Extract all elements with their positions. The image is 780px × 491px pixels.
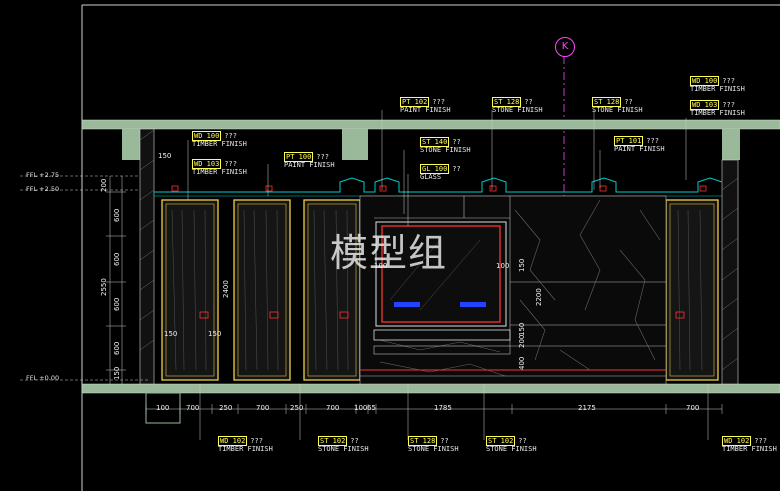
material-tag: PT 102??? PAINT FINISH [400, 97, 451, 114]
dimension-label: 100 [156, 404, 170, 412]
material-tag: ST 102?? STONE FINISH [318, 436, 369, 453]
material-tag: WD 100??? TIMBER FINISH [690, 76, 745, 93]
cad-drawing-canvas[interactable]: 模型组 K FFL +2.75 FFL +2.50 FFL ±0.00 PT 1… [0, 0, 780, 491]
left-dimension-lines [20, 175, 150, 384]
dimension-label: 2400 [222, 280, 230, 298]
dimension-label: 250 [219, 404, 233, 412]
dimension-label: 150 [518, 322, 526, 336]
ceiling-slab [81, 119, 780, 130]
material-tag: ST 102?? STONE FINISH [486, 436, 537, 453]
dimension-label: 150 [158, 152, 172, 160]
material-tag: WD 103??? TIMBER FINISH [192, 159, 247, 176]
dimension-label: 600 [113, 252, 121, 266]
dimension-label: 2550 [100, 278, 108, 296]
dimension-label: 65 [367, 404, 376, 412]
dimension-label: 250 [290, 404, 304, 412]
material-tag: ST 140?? STONE FINISH [420, 137, 471, 154]
watermark-text: 模型组 [330, 231, 448, 275]
dimension-label: 600 [113, 208, 121, 222]
material-tag: PT 100??? PAINT FINISH [284, 152, 335, 169]
dimension-label: 700 [186, 404, 200, 412]
material-tag: WD 102??? TIMBER FINISH [722, 436, 777, 453]
material-tag: WD 102??? TIMBER FINISH [218, 436, 273, 453]
wall-right [721, 159, 739, 385]
ceiling-drop-2 [342, 129, 368, 160]
material-tag: ST 128?? STONE FINISH [492, 97, 543, 114]
wall-left [139, 128, 155, 385]
dimension-label: 400 [518, 356, 526, 370]
floor-slab [81, 383, 780, 394]
ceiling-drop-3 [722, 129, 740, 160]
dimension-label: 600 [113, 341, 121, 355]
dimension-label: 100 [354, 404, 368, 412]
material-tag: WD 103??? TIMBER FINISH [690, 100, 745, 117]
dimension-label: 2175 [578, 404, 596, 412]
material-tag: GL 100?? GLASS [420, 164, 461, 181]
dimension-label: 1785 [434, 404, 452, 412]
material-tag: WD 100??? TIMBER FINISH [192, 131, 247, 148]
dimension-label: 700 [686, 404, 700, 412]
timber-panel-1 [161, 199, 219, 381]
dimension-label: 100 [496, 262, 510, 270]
axis-marker: K [555, 37, 575, 57]
dimension-label: 150 [208, 330, 222, 338]
material-tag: PT 101??? PAINT FINISH [614, 136, 665, 153]
material-tag: ST 128?? STONE FINISH [408, 436, 459, 453]
timber-panel-2 [233, 199, 291, 381]
ceiling-drop-1 [122, 129, 140, 160]
dimension-label: 150 [113, 366, 121, 380]
material-tag: ST 128?? STONE FINISH [592, 97, 643, 114]
dimension-label: 150 [164, 330, 178, 338]
level-label-2: FFL +2.50 [26, 185, 60, 193]
level-label-3: FFL ±0.00 [26, 374, 60, 382]
dimension-label: 150 [518, 258, 526, 272]
dimension-label: 2200 [535, 288, 543, 306]
dimension-label: 700 [256, 404, 270, 412]
level-label-1: FFL +2.75 [26, 171, 60, 179]
dimension-label: 100 [374, 262, 388, 270]
dimension-label: 200 [518, 334, 526, 348]
dimension-label: 600 [113, 297, 121, 311]
dimension-label: 700 [326, 404, 340, 412]
timber-panel-4 [665, 199, 719, 381]
dimension-label: 200 [100, 178, 108, 192]
